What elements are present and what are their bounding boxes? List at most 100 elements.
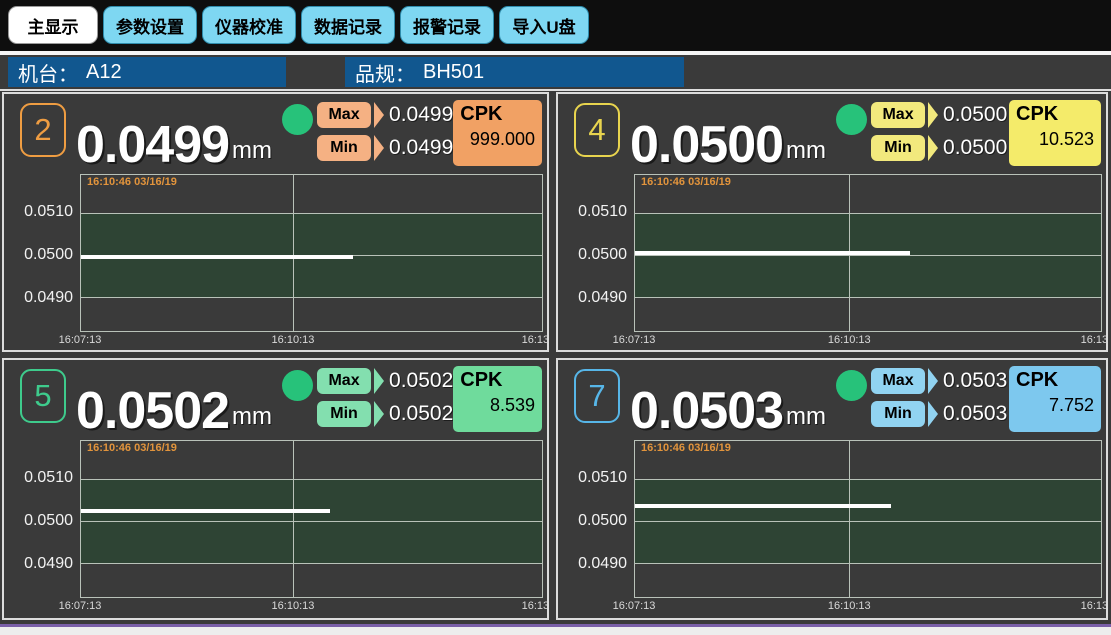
y-axis-label: 0.0510 (578, 469, 627, 487)
measurement-unit: mm (786, 403, 826, 431)
tab-label: 参数设置 (116, 18, 184, 37)
measurement-unit: mm (232, 137, 272, 165)
y-gridline (81, 297, 542, 298)
x-axis-label: 16:10:13 (828, 334, 871, 346)
x-gridline (293, 441, 294, 597)
chart-timestamp: 16:10:46 03/16/19 (641, 442, 731, 454)
hmi-screen: 主显示 参数设置 仪器校准 数据记录 报警记录 导入U盘 机台： A12 品规：… (0, 0, 1111, 635)
measurement-unit: mm (786, 137, 826, 165)
x-axis-label: 16:13:13 (522, 600, 549, 612)
cpk-box: CPK 7.752 (1009, 366, 1101, 432)
measurement-value: 0.0503 (630, 387, 783, 436)
y-axis-label: 0.0500 (578, 512, 627, 530)
machine-field[interactable]: 机台： A12 (8, 57, 286, 87)
y-axis-label: 0.0490 (24, 289, 73, 307)
max-row: Max 0.0503 (871, 367, 1007, 394)
x-axis-label: 16:13:13 (1081, 600, 1108, 612)
x-axis: 16:07:1316:10:1316:13:13 (80, 598, 543, 616)
tab-label: 数据记录 (314, 18, 382, 37)
spec-label: 品规： (355, 58, 415, 87)
trend-chart: 16:10:46 03/16/19 (80, 174, 543, 332)
data-trace (635, 251, 910, 255)
x-axis-label: 16:10:13 (272, 600, 315, 612)
min-value: 0.0500 (943, 136, 1007, 160)
y-axis: 0.0510 0.0500 0.0490 (558, 440, 634, 598)
measurement-value: 0.0502 (76, 387, 229, 436)
y-axis-label: 0.0500 (24, 512, 73, 530)
cpk-value: 8.539 (460, 395, 535, 416)
chart-timestamp: 16:10:46 03/16/19 (87, 176, 177, 188)
cpk-label: CPK (460, 369, 535, 392)
y-axis: 0.05100.05000.0490 (558, 174, 634, 332)
toolbar-tab-6[interactable]: 导入U盘 (499, 6, 589, 44)
cpk-box: CPK 10.523 (1009, 100, 1101, 166)
y-gridline (635, 255, 1101, 256)
x-axis: 16:07:1316:10:1316:13:13 (634, 598, 1102, 616)
toolbar-tab-4[interactable]: 数据记录 (301, 6, 395, 44)
max-value: 0.0499 (389, 103, 453, 127)
max-value: 0.0500 (943, 103, 1007, 127)
cpk-value: 999.000 (460, 129, 535, 150)
spec-value: BH501 (423, 61, 484, 84)
y-axis: 0.0510 0.0500 0.0490 (4, 440, 80, 598)
trend-chart: 16:10:46 03/16/19 (634, 440, 1102, 598)
measurement: 0.0502 mm (76, 360, 272, 438)
min-row: Min 0.0500 (871, 134, 1007, 161)
measurement-value: 0.0499 (76, 121, 229, 170)
cpk-box: CPK 8.539 (453, 366, 542, 432)
channel-panel-2: 2 0.0499 mm Max 0.0499 Min 0.0499 CPK 99… (2, 92, 549, 352)
spec-field[interactable]: 品规： BH501 (345, 57, 684, 87)
cpk-value: 10.523 (1016, 129, 1094, 150)
y-axis-label: 0.0490 (578, 555, 627, 573)
y-gridline (635, 521, 1101, 522)
x-axis: 16:07:1316:10:1316:13:13 (80, 332, 543, 350)
toolbar-tab-1[interactable]: 主显示 (8, 6, 98, 44)
x-axis-label: 16:07:13 (59, 334, 102, 346)
toolbar-tab-5[interactable]: 报警记录 (400, 6, 494, 44)
header-row: 机台： A12 品规： BH501 (0, 55, 1111, 91)
min-badge: Min (317, 135, 371, 161)
measurement: 0.0500 mm (630, 94, 826, 172)
y-axis-label: 0.0500 (24, 246, 73, 264)
x-axis-label: 16:07:13 (613, 334, 656, 346)
x-axis: 16:07:1316:10:1316:13:13 (634, 332, 1102, 350)
channel-number: 4 (574, 103, 620, 157)
measurement-unit: mm (232, 403, 272, 431)
y-axis-label: 0.0490 (24, 555, 73, 573)
max-badge: Max (317, 368, 371, 394)
max-row: Max 0.0499 (317, 101, 453, 128)
channel-panel-7: 7 0.0503 mm Max 0.0503 Min 0.0503 CPK 7.… (556, 358, 1108, 620)
toolbar-tab-2[interactable]: 参数设置 (103, 6, 197, 44)
toolbar-tab-3[interactable]: 仪器校准 (202, 6, 296, 44)
machine-label: 机台： (18, 58, 78, 87)
min-row: Min 0.0502 (317, 400, 453, 427)
x-axis-label: 16:07:13 (613, 600, 656, 612)
max-badge: Max (871, 102, 925, 128)
channel-number-label: 2 (34, 112, 51, 148)
min-value: 0.0503 (943, 402, 1007, 426)
min-badge: Min (871, 401, 925, 427)
y-gridline (81, 213, 542, 214)
chart-area: 0.0510 0.0500 0.0490 16:10:46 03/16/19 (558, 440, 1106, 598)
panel-header: 5 0.0502 mm Max 0.0502 Min 0.0502 CPK 8.… (4, 360, 547, 440)
max-min-block: Max 0.0500 Min 0.0500 (871, 101, 1007, 167)
cpk-box: CPK 999.000 (453, 100, 542, 166)
tab-bar: 主显示 参数设置 仪器校准 数据记录 报警记录 导入U盘 (0, 0, 1111, 51)
min-value: 0.0502 (389, 402, 453, 426)
panel-header: 2 0.0499 mm Max 0.0499 Min 0.0499 CPK 99… (4, 94, 547, 174)
data-trace (81, 255, 353, 259)
max-value: 0.0502 (389, 369, 453, 393)
y-gridline (635, 563, 1101, 564)
max-min-block: Max 0.0499 Min 0.0499 (317, 101, 453, 167)
y-gridline (635, 479, 1101, 480)
tab-label: 报警记录 (413, 18, 481, 37)
y-gridline (81, 479, 542, 480)
min-row: Min 0.0503 (871, 400, 1007, 427)
y-gridline (635, 213, 1101, 214)
y-axis-label: 0.0510 (24, 469, 73, 487)
y-gridline (81, 563, 542, 564)
cpk-label: CPK (1016, 369, 1094, 392)
min-value: 0.0499 (389, 136, 453, 160)
min-row: Min 0.0499 (317, 134, 453, 161)
x-gridline (849, 441, 850, 597)
